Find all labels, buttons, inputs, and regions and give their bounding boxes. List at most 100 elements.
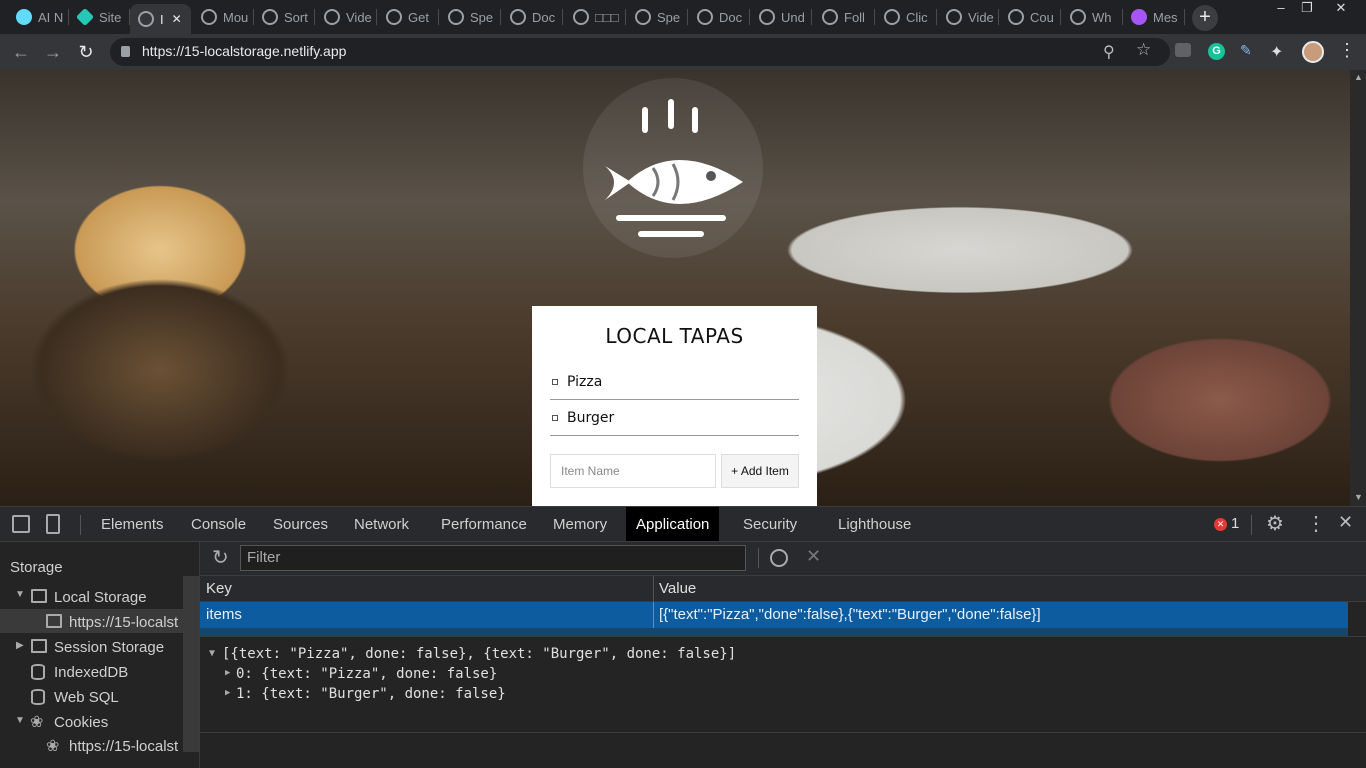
zoom-icon[interactable]: ⚲ <box>1103 42 1115 62</box>
back-icon[interactable]: ← <box>10 41 32 63</box>
key-column-header[interactable]: Key <box>206 580 232 597</box>
browser-tab[interactable]: AI N <box>8 4 69 30</box>
preview-child-0[interactable]: 0: {text: "Pizza", done: false} <box>236 666 497 682</box>
filter-input[interactable]: Filter <box>240 545 746 571</box>
minimize-icon[interactable]: – <box>1268 0 1294 18</box>
netlify-icon <box>75 7 95 27</box>
globe-icon <box>448 9 464 25</box>
devtools-tab-security[interactable]: Security <box>733 507 807 541</box>
browser-tab[interactable]: Spe <box>440 4 501 30</box>
tab-separator <box>1060 9 1061 25</box>
restore-icon[interactable]: ❐ <box>1294 0 1320 18</box>
globe-icon <box>573 9 589 25</box>
list-item[interactable]: Pizza <box>550 364 799 400</box>
browser-tab[interactable]: Vide <box>938 4 999 30</box>
globe-icon <box>138 11 154 27</box>
browser-tab[interactable]: Spe <box>627 4 688 30</box>
preview-root[interactable]: [{text: "Pizza", done: false}, {text: "B… <box>222 646 736 662</box>
divider <box>80 515 81 535</box>
sidebar-item-cookies[interactable]: Cookies <box>54 714 108 731</box>
browser-tab[interactable]: □□□ <box>565 4 626 30</box>
sidebar-item-local-origin[interactable]: https://15-localst <box>69 614 183 631</box>
row-value[interactable]: [{"text":"Pizza","done":false},{"text":"… <box>659 606 1041 623</box>
sidebar-item-cookies-origin[interactable]: https://15-localst <box>69 738 183 755</box>
add-item-button[interactable]: + Add Item <box>721 454 799 488</box>
devtools-tab-lighthouse[interactable]: Lighthouse <box>828 507 921 541</box>
scroll-up-icon[interactable]: ▲ <box>1354 72 1363 82</box>
sidebar-scrollbar[interactable] <box>183 576 199 752</box>
devtools-tab-performance[interactable]: Performance <box>431 507 537 541</box>
device-toolbar-icon[interactable] <box>46 514 60 534</box>
grammarly-icon[interactable]: G <box>1208 43 1225 60</box>
profile-avatar[interactable] <box>1302 41 1324 63</box>
sidebar-item-indexeddb[interactable]: IndexedDB <box>54 664 128 681</box>
expand-down-icon[interactable]: ▼ <box>15 589 25 600</box>
devtools-tab-elements[interactable]: Elements <box>91 507 174 541</box>
error-count[interactable]: 1 <box>1231 515 1239 532</box>
extension-icon[interactable] <box>1175 43 1191 57</box>
tab-separator <box>314 9 315 25</box>
checkbox-icon[interactable] <box>552 414 558 421</box>
expand-right-icon[interactable]: ▶ <box>16 640 24 651</box>
forward-icon[interactable]: → <box>42 41 64 63</box>
preview-child-1[interactable]: 1: {text: "Burger", done: false} <box>236 686 506 702</box>
browser-tab[interactable]: Get <box>378 4 439 30</box>
devtools-tab-console[interactable]: Console <box>181 507 256 541</box>
list-item[interactable]: Burger <box>550 400 799 436</box>
inspect-element-icon[interactable] <box>12 515 30 533</box>
item-name-input[interactable]: Item Name <box>550 454 716 488</box>
devtools-tab-sources[interactable]: Sources <box>263 507 338 541</box>
url-text[interactable]: https://15-localstorage.netlify.app <box>142 43 346 59</box>
table-row[interactable]: items [{"text":"Pizza","done":false},{"t… <box>200 602 1348 628</box>
page-scrollbar[interactable]: ▲ ▼ <box>1350 70 1366 506</box>
more-options-icon[interactable]: ⋮ <box>1306 511 1326 536</box>
browser-tab[interactable]: Cou <box>1000 4 1061 30</box>
close-window-icon[interactable]: ✕ <box>1326 0 1356 18</box>
expand-down-icon[interactable]: ▼ <box>15 715 25 726</box>
browser-tab-label: Cou <box>1030 9 1054 25</box>
puzzle-extensions-icon[interactable]: ✦ <box>1270 42 1283 62</box>
sidebar-item-session-storage[interactable]: Session Storage <box>54 639 164 656</box>
close-tab-icon[interactable]: ✕ <box>172 12 182 26</box>
bookmark-star-icon[interactable]: ☆ <box>1136 40 1151 60</box>
browser-tab[interactable]: Site <box>69 4 130 30</box>
divider <box>1251 515 1252 535</box>
scroll-down-icon[interactable]: ▼ <box>1354 492 1363 502</box>
devtools-tab-network[interactable]: Network <box>344 507 419 541</box>
refresh-icon[interactable]: ↻ <box>212 545 229 570</box>
browser-tab[interactable]: Foll <box>814 4 875 30</box>
reload-icon[interactable]: ↻ <box>75 41 97 63</box>
sidebar-item-local-storage[interactable]: Local Storage <box>54 589 147 606</box>
browser-tab[interactable]: Doc <box>689 4 750 30</box>
value-column-header[interactable]: Value <box>659 580 696 597</box>
browser-tab[interactable]: Vide <box>316 4 377 30</box>
browser-tab-label: I <box>160 11 164 27</box>
expand-right-icon[interactable]: ▶ <box>225 668 230 678</box>
browser-tab[interactable]: Clic <box>876 4 937 30</box>
close-devtools-icon[interactable]: ✕ <box>1338 512 1353 533</box>
browser-tab[interactable]: Und <box>751 4 812 30</box>
expand-right-icon[interactable]: ▶ <box>225 688 230 698</box>
new-tab-button[interactable]: + <box>1192 5 1218 31</box>
devtools-tab-application[interactable]: Application <box>626 507 720 541</box>
browser-tab[interactable]: Wh <box>1062 4 1123 30</box>
browser-tab-label: □□□ <box>595 9 619 25</box>
checkbox-icon[interactable] <box>552 378 558 385</box>
browser-tab[interactable]: I ✕ <box>130 4 191 34</box>
browser-tab[interactable]: Sort <box>254 4 315 30</box>
settings-gear-icon[interactable]: ⚙ <box>1266 511 1284 536</box>
browser-tab[interactable]: Mou <box>193 4 254 30</box>
devtools-tab-memory[interactable]: Memory <box>543 507 617 541</box>
tab-separator <box>562 9 563 25</box>
browser-tab[interactable]: Mes <box>1123 4 1185 30</box>
expand-down-icon[interactable]: ▼ <box>209 648 215 659</box>
row-key[interactable]: items <box>206 606 242 623</box>
clear-all-icon[interactable] <box>770 549 788 567</box>
sidebar-item-websql[interactable]: Web SQL <box>54 689 119 706</box>
menu-kebab-icon[interactable]: ⋮ <box>1338 40 1356 61</box>
delete-selected-icon[interactable]: ✕ <box>806 546 821 567</box>
pen-extension-icon[interactable]: ✎ <box>1240 42 1258 60</box>
error-icon[interactable]: ✕ <box>1214 518 1227 531</box>
devtools-tab-bar: Elements Console Sources Network Performance… <box>0 506 1366 542</box>
browser-tab[interactable]: Doc <box>502 4 563 30</box>
